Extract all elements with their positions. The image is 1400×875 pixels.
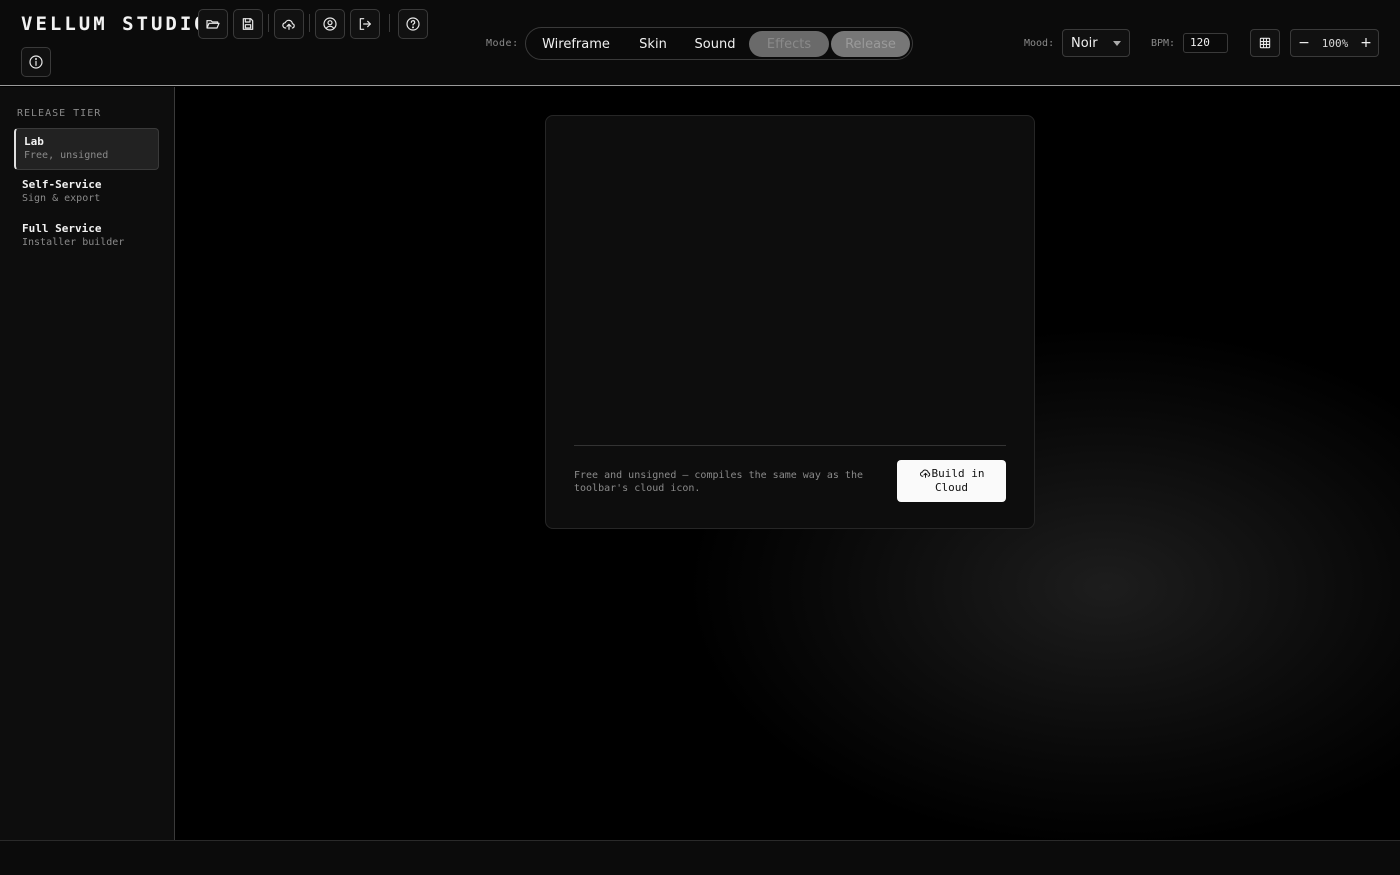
tier-lab[interactable]: Lab Free, unsigned xyxy=(14,128,159,170)
user-icon xyxy=(323,17,337,31)
bpm-input[interactable]: 120 xyxy=(1183,33,1228,53)
toolbar-divider xyxy=(268,14,269,32)
info-icon xyxy=(29,55,43,69)
help-button[interactable] xyxy=(398,9,428,39)
cloud-upload-icon xyxy=(282,19,295,30)
tier-description: Free, unsigned xyxy=(24,150,109,161)
tier-name: Full Service xyxy=(22,222,102,235)
mode-skin[interactable]: Skin xyxy=(624,31,682,57)
tier-name: Self-Service xyxy=(22,178,102,191)
build-label-line2: Cloud xyxy=(934,481,969,494)
top-bar: VELLUM STUDIO Mode: Wireframe Skin Sound… xyxy=(0,0,1400,86)
mode-sound[interactable]: Sound xyxy=(686,31,744,57)
mode-effects[interactable]: Effects xyxy=(749,31,829,57)
mood-select[interactable]: Noir xyxy=(1062,29,1130,57)
mode-wireframe[interactable]: Wireframe xyxy=(532,31,620,57)
status-bar xyxy=(0,840,1400,875)
app-title: VELLUM STUDIO xyxy=(21,13,209,35)
mode-label: Mode: xyxy=(486,38,519,49)
help-icon xyxy=(406,17,420,31)
chevron-down-icon xyxy=(1113,41,1121,46)
zoom-level: 100% xyxy=(1321,37,1349,50)
cloud-build-button[interactable] xyxy=(274,9,304,39)
logout-icon xyxy=(359,18,371,30)
grid-toggle-button[interactable] xyxy=(1250,29,1280,57)
zoom-out-button[interactable]: − xyxy=(1297,35,1311,51)
toolbar-divider xyxy=(309,14,310,32)
workspace: Free and unsigned — compiles the same wa… xyxy=(176,87,1400,840)
mode-switcher: Wireframe Skin Sound Effects Release xyxy=(525,27,913,60)
sidebar: RELEASE TIER Lab Free, unsigned Self-Ser… xyxy=(0,87,175,840)
tier-full-service[interactable]: Full Service Installer builder xyxy=(14,216,159,258)
mode-release[interactable]: Release xyxy=(831,31,910,57)
panel-divider xyxy=(574,445,1006,446)
folder-open-icon xyxy=(206,20,220,29)
zoom-in-button[interactable]: + xyxy=(1359,35,1373,51)
save-button[interactable] xyxy=(233,9,263,39)
build-label-line1: Build in xyxy=(931,467,985,480)
account-button[interactable] xyxy=(315,9,345,39)
tier-description: Sign & export xyxy=(22,193,101,204)
build-in-cloud-button[interactable]: Build in Cloud xyxy=(897,460,1006,502)
toolbar-divider xyxy=(389,14,390,32)
info-button[interactable] xyxy=(21,47,51,77)
tier-self-service[interactable]: Self-Service Sign & export xyxy=(14,172,159,214)
sidebar-heading: RELEASE TIER xyxy=(17,108,102,119)
tier-description: Installer builder xyxy=(22,237,125,248)
release-note: Free and unsigned — compiles the same wa… xyxy=(574,470,863,494)
mood-label: Mood: xyxy=(1024,38,1055,49)
logout-button[interactable] xyxy=(350,9,380,39)
mood-value: Noir xyxy=(1071,36,1098,51)
grid-icon xyxy=(1259,37,1271,49)
save-icon xyxy=(242,18,254,30)
tier-name: Lab xyxy=(24,135,44,148)
zoom-control: − 100% + xyxy=(1290,29,1379,57)
release-panel: Free and unsigned — compiles the same wa… xyxy=(545,115,1035,529)
open-button[interactable] xyxy=(198,9,228,39)
cloud-upload-icon xyxy=(919,469,930,478)
bpm-label: BPM: xyxy=(1151,38,1176,49)
